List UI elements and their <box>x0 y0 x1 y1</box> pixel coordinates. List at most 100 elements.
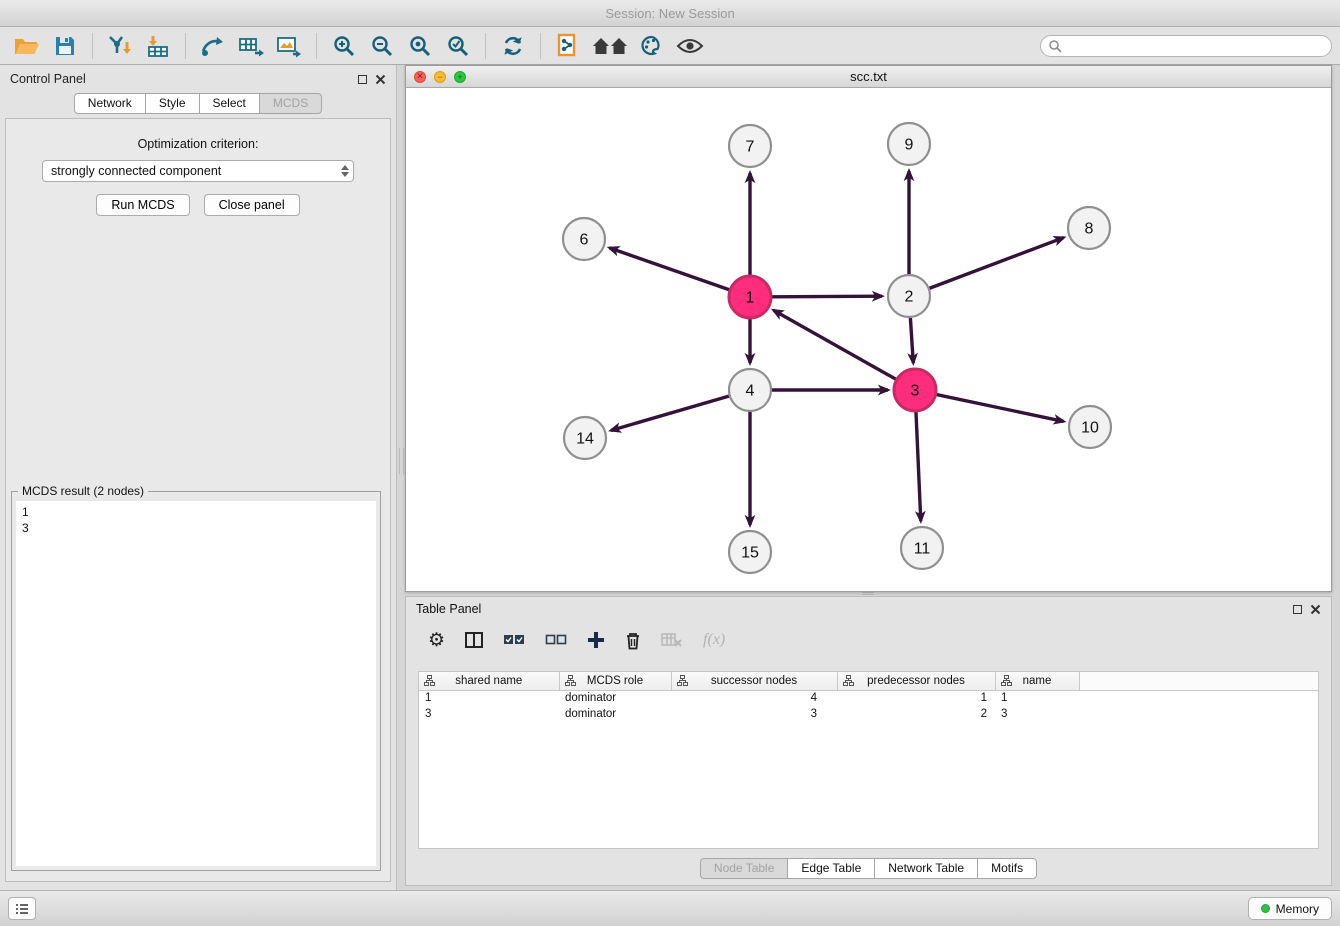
column-header-successor-nodes[interactable]: successor nodes <box>671 672 837 690</box>
table-panel-title: Table Panel <box>416 602 481 616</box>
graph-edge-4-14[interactable] <box>611 396 729 430</box>
table-cell[interactable]: 1 <box>419 690 559 706</box>
horizontal-splitter[interactable] <box>862 592 874 595</box>
vertical-splitter[interactable] <box>399 448 404 474</box>
save-session-icon[interactable] <box>49 31 81 61</box>
share-document-icon[interactable] <box>552 31 584 61</box>
tab-network-table[interactable]: Network Table <box>874 858 978 879</box>
table-cell[interactable]: 4 <box>671 690 837 706</box>
column-header-mcds-role[interactable]: MCDS role <box>559 672 671 690</box>
close-panel-button[interactable]: Close panel <box>204 194 300 216</box>
deselect-all-columns-icon[interactable] <box>545 634 567 646</box>
network-window: ✕ − + scc.txt 1234678910111415 <box>405 65 1332 592</box>
graph-node-15[interactable]: 15 <box>729 531 771 573</box>
table-cell[interactable]: 2 <box>837 706 995 722</box>
graph-node-8[interactable]: 8 <box>1068 207 1110 249</box>
table-settings-icon[interactable]: ⚙ <box>428 631 445 650</box>
delete-table-icon[interactable] <box>661 632 683 648</box>
control-panel: Control Panel NetworkStyleSelectMCDS Opt… <box>0 65 397 890</box>
graph-node-3[interactable]: 3 <box>894 369 936 411</box>
tab-style[interactable]: Style <box>145 93 200 114</box>
memory-label: Memory <box>1276 902 1319 916</box>
zoom-in-icon[interactable] <box>328 31 360 61</box>
function-builder-icon[interactable]: f(x) <box>703 631 725 649</box>
table-row[interactable]: 1dominator411 <box>419 690 1318 706</box>
graph-node-10[interactable]: 10 <box>1069 406 1111 448</box>
export-table-icon[interactable] <box>235 31 267 61</box>
table-cell[interactable]: dominator <box>559 690 671 706</box>
graph-node-1[interactable]: 1 <box>729 276 771 318</box>
close-panel-icon[interactable] <box>375 74 386 85</box>
mcds-result-title: MCDS result (2 nodes) <box>18 484 148 498</box>
export-image-icon[interactable] <box>273 31 305 61</box>
toolbar-separator <box>540 33 541 59</box>
export-network-icon[interactable] <box>197 31 229 61</box>
show-hide-icon[interactable] <box>674 31 706 61</box>
import-network-icon[interactable] <box>104 31 136 61</box>
graph-node-9[interactable]: 9 <box>888 123 930 165</box>
column-header-predecessor-nodes[interactable]: predecessor nodes <box>837 672 995 690</box>
graph-node-11[interactable]: 11 <box>901 527 943 569</box>
create-column-icon[interactable] <box>587 631 605 649</box>
search-input[interactable] <box>1040 35 1332 57</box>
run-mcds-button[interactable]: Run MCDS <box>96 194 189 216</box>
graph-node-2[interactable]: 2 <box>888 275 930 317</box>
task-history-icon[interactable] <box>8 897 36 920</box>
graph-edge-3-11[interactable] <box>916 412 921 521</box>
tab-select[interactable]: Select <box>199 93 260 114</box>
float-table-panel-icon[interactable] <box>1293 605 1302 614</box>
maximize-window-icon[interactable]: + <box>454 71 466 83</box>
graph-node-7[interactable]: 7 <box>729 125 771 167</box>
svg-text:7: 7 <box>746 139 755 156</box>
column-header-name[interactable]: name <box>995 672 1079 690</box>
table-cell[interactable]: dominator <box>559 706 671 722</box>
graph-node-6[interactable]: 6 <box>563 218 605 260</box>
tab-mcds[interactable]: MCDS <box>259 93 322 114</box>
graph-node-14[interactable]: 14 <box>564 417 606 459</box>
graph-edge-3-10[interactable] <box>937 395 1064 422</box>
close-window-icon[interactable]: ✕ <box>414 71 426 83</box>
zoom-fit-icon[interactable] <box>404 31 436 61</box>
table-cell[interactable]: 3 <box>419 706 559 722</box>
tab-node-table[interactable]: Node Table <box>700 858 789 879</box>
mcds-result-group: MCDS result (2 nodes) 1 3 <box>11 491 381 871</box>
optimization-criterion-select[interactable]: strongly connected component <box>42 160 354 182</box>
column-header-shared-name[interactable]: shared name <box>419 672 559 690</box>
delete-column-icon[interactable] <box>625 631 641 650</box>
graph-edge-1-2[interactable] <box>772 296 882 297</box>
status-bar: Memory <box>0 890 1340 926</box>
table-panel: Table Panel ⚙ f(x) shared n <box>405 596 1332 886</box>
graph-edge-2-8[interactable] <box>930 238 1064 289</box>
graph-node-4[interactable]: 4 <box>729 369 771 411</box>
graph-edge-2-3[interactable] <box>910 318 913 363</box>
tab-motifs[interactable]: Motifs <box>977 858 1037 879</box>
memory-button[interactable]: Memory <box>1248 897 1332 920</box>
tab-network[interactable]: Network <box>74 93 146 114</box>
network-canvas[interactable]: 1 2 3 4 6 7 8 9 10 11 14 15 <box>406 88 1331 591</box>
close-table-panel-icon[interactable] <box>1310 604 1321 615</box>
home-layout-icon[interactable] <box>590 31 630 61</box>
table-cell[interactable]: 3 <box>995 706 1079 722</box>
graph-edge-1-6[interactable] <box>609 248 729 290</box>
import-table-icon[interactable] <box>142 31 174 61</box>
minimize-window-icon[interactable]: − <box>434 71 446 83</box>
zoom-selected-icon[interactable] <box>442 31 474 61</box>
graph-edge-3-1[interactable] <box>774 310 896 379</box>
table-cell[interactable]: 1 <box>995 690 1079 706</box>
window-title: Session: New Session <box>605 6 734 21</box>
table-cell[interactable]: 3 <box>671 706 837 722</box>
open-file-icon[interactable] <box>11 31 43 61</box>
table-cell[interactable]: 1 <box>837 690 995 706</box>
table-cell-filler <box>1079 690 1318 706</box>
tab-edge-table[interactable]: Edge Table <box>787 858 875 879</box>
refresh-icon[interactable] <box>497 31 529 61</box>
zoom-out-icon[interactable] <box>366 31 398 61</box>
optimization-criterion-label: Optimization criterion: <box>6 137 390 151</box>
float-panel-icon[interactable] <box>358 75 367 84</box>
select-all-columns-icon[interactable] <box>503 634 525 646</box>
mcds-result-list[interactable]: 1 3 <box>16 501 376 866</box>
network-graph: 1 2 3 4 6 7 8 9 10 11 14 15 <box>406 88 1331 591</box>
split-columns-icon[interactable] <box>465 632 483 648</box>
table-row[interactable]: 3dominator323 <box>419 706 1318 722</box>
apply-style-icon[interactable] <box>636 31 668 61</box>
